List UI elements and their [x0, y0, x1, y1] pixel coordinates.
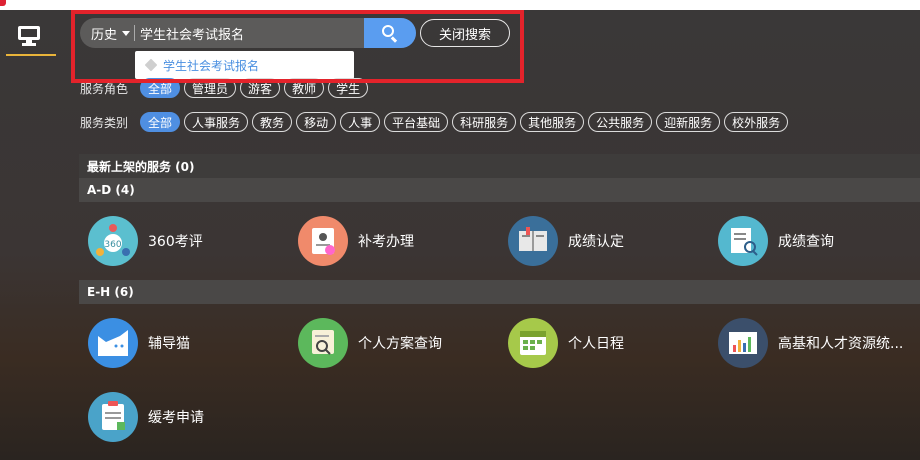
service-name: 高基和人才资源统...	[778, 336, 904, 352]
service-name: 成绩查询	[778, 234, 834, 250]
role-chip[interactable]: 管理员	[184, 78, 237, 98]
category-filter-label: 服务类别	[80, 115, 129, 130]
category-chip[interactable]: 公共服务	[588, 112, 653, 132]
section-e-h: E-H (6)	[79, 280, 920, 304]
search-suggestion[interactable]: 学生社会考试报名	[135, 51, 354, 79]
svg-text:360: 360	[104, 240, 121, 250]
divider	[134, 25, 135, 41]
history-label: 历史	[91, 27, 118, 43]
category-chip[interactable]: 移动	[296, 112, 337, 132]
service-tile[interactable]: 补考办理	[298, 216, 498, 266]
service-name: 360考评	[148, 234, 203, 250]
category-filter-row: 服务类别 全部 人事服务 教务 移动 人事 平台基础 科研服务 其他服务 公共服务 迎新服务 校外服…	[80, 112, 789, 132]
role-filter-row: 服务角色 全部 管理员 游客 教师 学生	[80, 78, 369, 98]
role-chip[interactable]: 学生	[328, 78, 369, 98]
grade-book-icon	[508, 216, 558, 266]
service-name: 辅导猫	[148, 336, 190, 352]
makeup-exam-icon	[298, 216, 348, 266]
plan-search-icon	[298, 318, 348, 368]
top-strip	[0, 0, 920, 10]
corner-mark	[0, 0, 6, 6]
defer-exam-icon	[88, 392, 138, 442]
history-dropdown[interactable]: 历史	[80, 18, 134, 48]
service-name: 个人方案查询	[358, 336, 442, 352]
category-chip[interactable]: 平台基础	[384, 112, 449, 132]
category-chip[interactable]: 人事	[340, 112, 381, 132]
search-input[interactable]	[140, 18, 364, 48]
category-chip[interactable]: 迎新服务	[656, 112, 721, 132]
service-tile[interactable]: 成绩查询	[718, 216, 918, 266]
stats-chart-icon	[718, 318, 768, 368]
section-newest: 最新上架的服务 (0)	[79, 154, 920, 178]
monitor-icon[interactable]	[16, 24, 42, 46]
caret-down-icon	[122, 30, 131, 36]
grade-search-icon	[718, 216, 768, 266]
service-tile[interactable]: 个人日程	[508, 318, 708, 368]
search-bar: 历史	[80, 18, 416, 48]
section-a-d: A-D (4)	[79, 178, 920, 202]
category-chip[interactable]: 全部	[140, 112, 181, 132]
service-tile[interactable]: 个人方案查询	[298, 318, 498, 368]
left-rail	[0, 10, 60, 460]
service-name: 成绩认定	[568, 234, 624, 250]
search-button[interactable]	[364, 18, 416, 48]
close-search-button[interactable]: 关闭搜索	[420, 19, 510, 47]
cube-icon	[144, 58, 158, 72]
service-name: 个人日程	[568, 336, 624, 352]
role-chip[interactable]: 游客	[240, 78, 281, 98]
role-chip[interactable]: 全部	[140, 78, 181, 98]
role-chip[interactable]: 教师	[284, 78, 325, 98]
service-tile[interactable]: 360 360考评	[88, 216, 288, 266]
category-chip[interactable]: 校外服务	[724, 112, 789, 132]
category-chip[interactable]: 科研服务	[452, 112, 517, 132]
service-tile[interactable]: 高基和人才资源统...	[718, 318, 918, 368]
category-chip[interactable]: 教务	[252, 112, 293, 132]
service-name: 补考办理	[358, 234, 414, 250]
tutor-cat-icon	[88, 318, 138, 368]
service-tile[interactable]: 成绩认定	[508, 216, 708, 266]
360-review-icon: 360	[88, 216, 138, 266]
active-indicator	[6, 54, 56, 56]
role-filter-label: 服务角色	[80, 81, 129, 96]
service-tile[interactable]: 缓考申请	[88, 392, 288, 442]
search-icon	[382, 25, 398, 43]
category-chip[interactable]: 其他服务	[520, 112, 585, 132]
category-chip[interactable]: 人事服务	[184, 112, 249, 132]
calendar-icon	[508, 318, 558, 368]
service-tile[interactable]: 辅导猫	[88, 318, 288, 368]
service-name: 缓考申请	[148, 410, 204, 426]
suggestion-text: 学生社会考试报名	[163, 58, 260, 73]
